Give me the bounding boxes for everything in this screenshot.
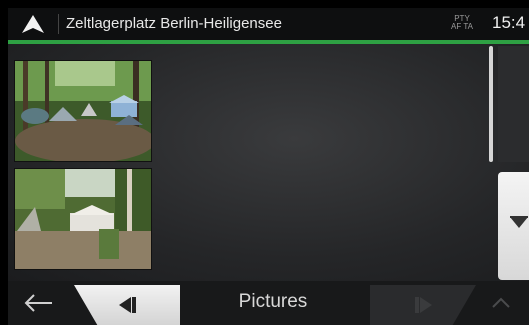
clock: 15:4	[492, 13, 526, 32]
scrollbar[interactable]	[489, 46, 493, 162]
next-page-icon	[420, 297, 432, 313]
side-panel	[498, 46, 529, 162]
header-divider	[58, 14, 59, 34]
page-label: Pictures	[238, 291, 308, 312]
bottom-bar: Pictures	[8, 281, 529, 325]
previous-page-bar	[132, 297, 136, 313]
picture-thumbnail-1[interactable]	[14, 60, 152, 162]
screen: Zeltlagerplatz Berlin-Heiligensee PTY AF…	[8, 8, 529, 325]
page-title: Zeltlagerplatz Berlin-Heiligensee	[66, 15, 282, 32]
radio-status: PTY AF TA	[450, 15, 474, 31]
previous-page-icon	[119, 297, 131, 313]
title-bar: Zeltlagerplatz Berlin-Heiligensee PTY AF…	[8, 8, 529, 40]
previous-page-button[interactable]	[74, 285, 180, 325]
scroll-down-button[interactable]	[498, 172, 529, 280]
next-page-bar	[415, 297, 419, 313]
navigation-arrow-icon[interactable]	[20, 13, 46, 35]
back-arrow-icon[interactable]	[22, 291, 56, 315]
radio-afta-label: AF TA	[451, 22, 473, 31]
scroll-down-icon	[510, 217, 528, 228]
picture-thumbnail-2[interactable]	[14, 168, 152, 270]
chevron-up-icon[interactable]	[490, 295, 512, 311]
pictures-panel	[8, 44, 529, 281]
next-page-button[interactable]	[370, 285, 476, 325]
